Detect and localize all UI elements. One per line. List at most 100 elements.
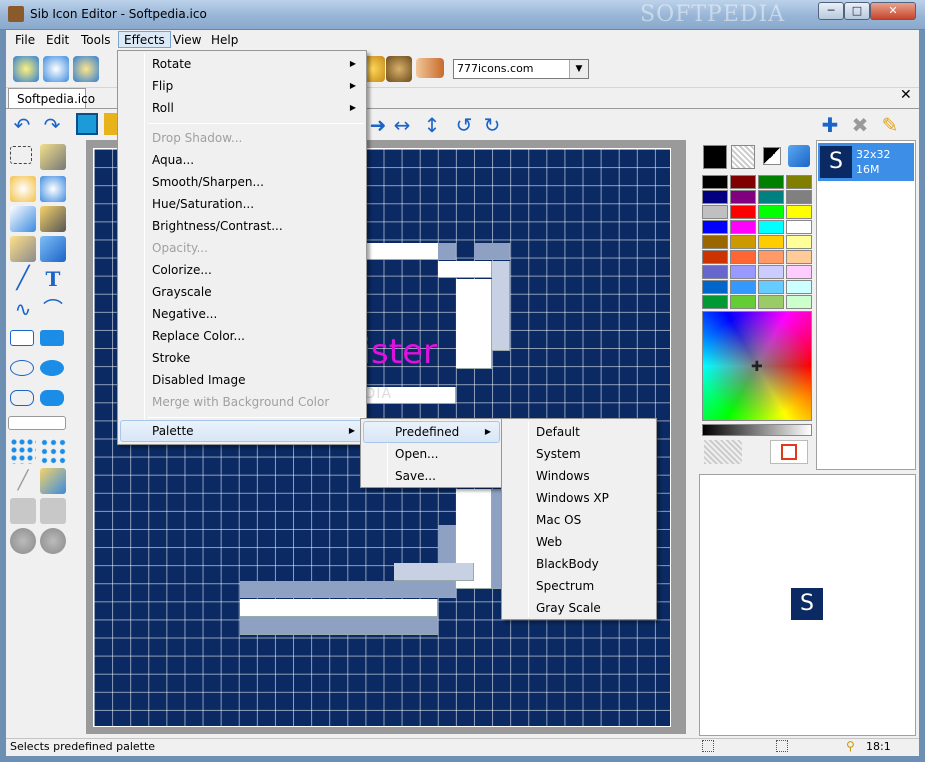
rotate-left-icon[interactable]: ↺	[452, 113, 476, 137]
menu-item-negative[interactable]: Negative...	[120, 303, 364, 325]
palette-swatch[interactable]	[758, 220, 784, 234]
menu-item-colorize[interactable]: Colorize...	[120, 259, 364, 281]
magic-wand-icon[interactable]	[10, 176, 36, 202]
arc-icon[interactable]: ⌒	[40, 296, 66, 322]
swap-colors-icon[interactable]	[763, 147, 781, 165]
ellipse-icon[interactable]	[10, 360, 34, 376]
sharpen-icon[interactable]	[40, 498, 66, 524]
grayscale-bar[interactable]	[702, 424, 812, 436]
menu-tools[interactable]: Tools	[76, 32, 116, 49]
inverse-color-button[interactable]	[770, 440, 808, 464]
brush-icon[interactable]	[40, 206, 66, 232]
palette-swatch[interactable]	[702, 250, 728, 264]
menu-effects[interactable]: Effects	[118, 31, 171, 48]
redo-icon[interactable]: ↷	[40, 113, 64, 137]
menu-item-disabled-image[interactable]: Disabled Image	[120, 369, 364, 391]
palette-swatch[interactable]	[730, 220, 756, 234]
fill-bucket-icon[interactable]	[40, 236, 66, 262]
transparent-color-button[interactable]	[704, 440, 742, 464]
save-icon-button[interactable]	[73, 56, 99, 82]
palette-swatch[interactable]	[758, 295, 784, 309]
palette-swatch[interactable]	[702, 235, 728, 249]
filled-ellipse-icon[interactable]	[40, 360, 64, 376]
filled-rounded-rect-icon[interactable]	[40, 390, 64, 406]
palette-swatch[interactable]	[758, 175, 784, 189]
secondary-color-swatch[interactable]	[731, 145, 755, 169]
menu-help[interactable]: Help	[206, 32, 243, 49]
smudge-icon[interactable]: ╱	[10, 468, 36, 494]
cube-icon[interactable]	[76, 113, 98, 135]
palette-swatch[interactable]	[786, 235, 812, 249]
palette-swatch[interactable]	[730, 280, 756, 294]
menu-item-stroke[interactable]: Stroke	[120, 347, 364, 369]
menu-item-windows-xp[interactable]: Windows XP	[504, 487, 654, 509]
menu-item-merge-background[interactable]: Merge with Background Color	[120, 391, 364, 413]
palette-swatch[interactable]	[786, 175, 812, 189]
primary-color-swatch[interactable]	[703, 145, 727, 169]
menu-item-hue-saturation[interactable]: Hue/Saturation...	[120, 193, 364, 215]
rotate-right-icon[interactable]: ↻	[480, 113, 504, 137]
menu-item-blackbody[interactable]: BlackBody	[504, 553, 654, 575]
rect-select-icon[interactable]	[10, 146, 32, 164]
add-format-icon[interactable]: ✚	[818, 113, 842, 137]
palette-swatch[interactable]	[730, 250, 756, 264]
lasso-icon[interactable]	[40, 144, 66, 170]
menu-item-web[interactable]: Web	[504, 531, 654, 553]
palette-swatch[interactable]	[702, 280, 728, 294]
blur-icon[interactable]	[10, 498, 36, 524]
palette-swatch[interactable]	[730, 235, 756, 249]
move-right-icon[interactable]: ➜	[366, 113, 390, 137]
text-icon[interactable]: T	[40, 266, 66, 292]
stamp-icon[interactable]	[40, 468, 66, 494]
palette-swatch[interactable]	[786, 205, 812, 219]
menu-item-predefined[interactable]: Predefined ▶	[363, 421, 500, 443]
menu-item-windows[interactable]: Windows	[504, 465, 654, 487]
burn-icon[interactable]	[40, 528, 66, 554]
scatter-icon[interactable]	[40, 438, 66, 464]
layer-icon[interactable]	[104, 113, 118, 135]
chevron-down-icon[interactable]: ▼	[569, 60, 588, 78]
menu-item-palette[interactable]: Palette ▶	[120, 420, 364, 442]
undo-icon[interactable]: ↶	[10, 113, 34, 137]
menu-item-drop-shadow[interactable]: Drop Shadow...	[120, 127, 364, 149]
rectangle-icon[interactable]	[10, 330, 34, 346]
menu-edit[interactable]: Edit	[41, 32, 74, 49]
palette-swatch[interactable]	[786, 280, 812, 294]
palette-swatch[interactable]	[702, 295, 728, 309]
palette-swatch[interactable]	[786, 250, 812, 264]
remove-format-icon[interactable]: ✖	[848, 113, 872, 137]
menu-item-gray-scale[interactable]: Gray Scale	[504, 597, 654, 619]
tab-softpedia-ico[interactable]: Softpedia.ico	[8, 88, 95, 109]
palette-swatch[interactable]	[758, 250, 784, 264]
menu-item-grayscale[interactable]: Grayscale	[120, 281, 364, 303]
palette-swatch[interactable]	[758, 205, 784, 219]
open-icon-button[interactable]	[43, 56, 69, 82]
palette-swatch[interactable]	[758, 280, 784, 294]
palette-swatch[interactable]	[702, 190, 728, 204]
line-icon[interactable]: ╱	[10, 266, 36, 292]
menu-view[interactable]: View	[168, 32, 206, 49]
color-dialog-icon[interactable]	[788, 145, 810, 167]
dodge-icon[interactable]	[10, 528, 36, 554]
close-document-icon[interactable]: ✕	[900, 87, 912, 103]
menu-item-mac-os[interactable]: Mac OS	[504, 509, 654, 531]
minimize-button[interactable]: ─	[818, 2, 844, 20]
pointer-hand-icon-button[interactable]	[416, 58, 444, 78]
palette-swatch[interactable]	[786, 220, 812, 234]
rounded-rect-icon[interactable]	[10, 390, 34, 406]
palette-swatch[interactable]	[730, 205, 756, 219]
menu-item-flip[interactable]: Flip ▶	[120, 75, 364, 97]
palette-swatch[interactable]	[730, 295, 756, 309]
palette-swatch[interactable]	[758, 190, 784, 204]
menu-file[interactable]: File	[10, 32, 40, 49]
pencil-icon[interactable]	[10, 206, 36, 232]
new-icon-button[interactable]	[13, 56, 39, 82]
menu-item-rotate[interactable]: Rotate ▶	[120, 53, 364, 75]
palette-swatch[interactable]	[702, 175, 728, 189]
palette-swatch[interactable]	[702, 265, 728, 279]
spray-icon[interactable]	[10, 438, 36, 464]
menu-item-smooth-sharpen[interactable]: Smooth/Sharpen...	[120, 171, 364, 193]
curve-icon[interactable]: ∿	[10, 296, 36, 322]
menu-item-roll[interactable]: Roll ▶	[120, 97, 364, 119]
close-button[interactable]: ✕	[870, 2, 916, 20]
